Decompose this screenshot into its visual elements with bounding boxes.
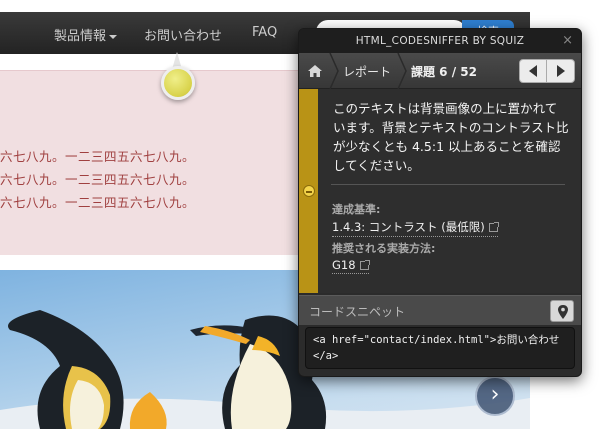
warning-icon [303, 185, 315, 197]
nav-item-products-label: 製品情報 [54, 29, 107, 44]
triangle-left-icon [529, 65, 537, 77]
home-icon[interactable] [306, 62, 324, 80]
issue-message: このテキストは背景画像の上に置かれています。背景とテキストのコントラスト比が少な… [333, 101, 569, 173]
technique-heading: 推奨される実装方法: [332, 242, 436, 255]
code-snippet: <a href="contact/index.html">お問い合わせ </a> [305, 327, 575, 369]
nav-item-contact[interactable]: お問い合わせ [144, 25, 222, 44]
breadcrumb-issue-counter: 課題 6 / 52 [411, 65, 477, 79]
nav-item-products[interactable]: 製品情報 [54, 25, 118, 44]
criterion-heading: 達成基準: [332, 203, 381, 216]
content-line-2: 六七八九。一二三四五六七八九。 [0, 172, 196, 187]
issue-detail: このテキストは背景画像の上に置かれています。背景とテキストのコントラスト比が少な… [299, 89, 581, 293]
carousel-next-button[interactable]: › [475, 376, 515, 416]
external-link-icon [488, 222, 499, 232]
triangle-right-icon [557, 65, 565, 77]
code-line-1: <a href="contact/index.html">お問い合わせ [313, 334, 560, 346]
divider [331, 184, 565, 185]
breadcrumb: レポート 課題 6 / 52 [299, 53, 581, 89]
issue-nav-buttons [519, 59, 575, 83]
chevron-down-icon [109, 34, 118, 39]
technique-link-text: G18 [332, 258, 356, 272]
breadcrumb-separator-icon [329, 53, 339, 89]
external-link-icon [359, 260, 370, 270]
breadcrumb-report[interactable]: レポート [343, 63, 391, 80]
locate-element-button[interactable] [550, 300, 574, 322]
panel-title: HTML_CODESNIFFER BY SQUIZ [299, 29, 581, 53]
code-snippet-header: コードスニペット [299, 295, 581, 325]
code-snippet-title: コードスニペット [309, 305, 406, 319]
previous-issue-button[interactable] [520, 60, 547, 82]
close-icon[interactable]: × [562, 33, 573, 48]
codesniffer-panel: HTML_CODESNIFFER BY SQUIZ × レポート 課題 6 / … [298, 28, 582, 377]
page: 製品情報 お問い合わせ FAQ 検索 六七八九。一二三四五六七八九。 六七八九。… [0, 0, 600, 429]
breadcrumb-separator-icon [397, 53, 407, 89]
map-pin-icon [558, 305, 568, 319]
highlight-pin-marker [161, 66, 195, 100]
content-line-1: 六七八九。一二三四五六七八九。 [0, 149, 196, 164]
criterion-link[interactable]: 1.4.3: コントラスト (最低限) [332, 219, 499, 237]
nav-item-faq[interactable]: FAQ [252, 25, 277, 40]
technique-link[interactable]: G18 [332, 258, 370, 274]
next-issue-button[interactable] [547, 60, 574, 82]
content-line-3: 六七八九。一二三四五六七八九。 [0, 195, 196, 210]
criterion-link-text: 1.4.3: コントラスト (最低限) [332, 220, 485, 234]
code-line-2: </a> [313, 350, 339, 362]
